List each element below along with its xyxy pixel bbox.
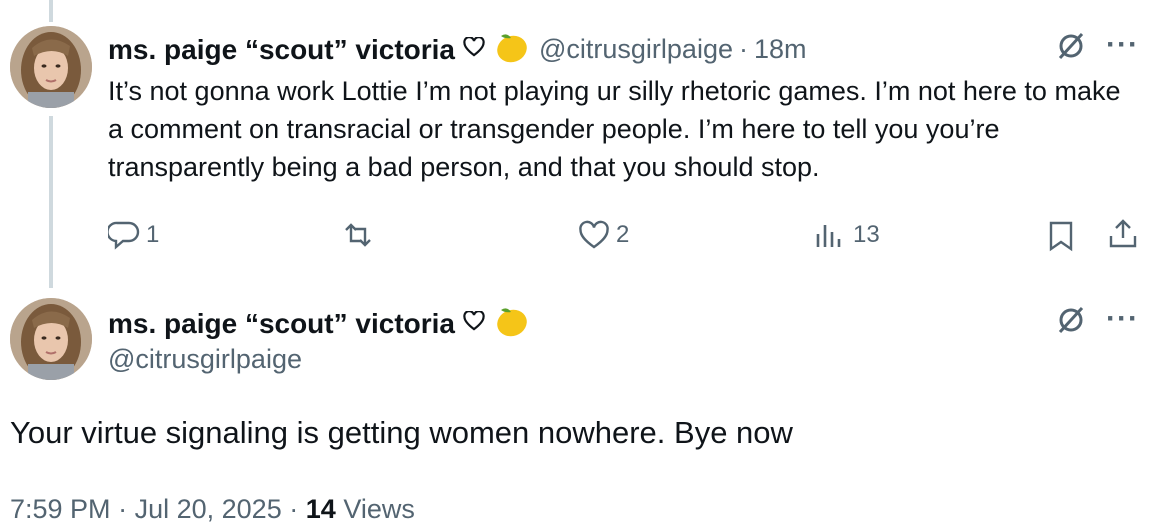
views-icon xyxy=(816,225,841,247)
tweet-time[interactable]: 18m xyxy=(754,34,807,65)
like-count: 2 xyxy=(616,221,630,248)
main-text: Your virtue signaling is getting women n… xyxy=(10,415,793,450)
main-header: ms. paige “scout” victoria xyxy=(108,304,529,343)
grok-icon[interactable] xyxy=(1055,30,1087,67)
lemon-emoji-icon xyxy=(493,30,529,69)
retweet-icon xyxy=(345,223,371,247)
thread-line xyxy=(49,116,53,288)
avatar-photo xyxy=(10,298,92,380)
heart-outline-icon xyxy=(463,310,485,336)
reply-count: 1 xyxy=(146,221,160,248)
avatar-photo xyxy=(10,26,92,108)
views-count: 13 xyxy=(853,221,880,248)
reply-header: ms. paige “scout” victoria @citrusgirlpa… xyxy=(108,30,807,69)
reply-button[interactable]: 1 xyxy=(108,220,159,250)
separator-dot: · xyxy=(118,494,128,524)
share-icon xyxy=(1109,219,1137,248)
retweet-button[interactable] xyxy=(340,220,376,250)
more-icon[interactable]: ··· xyxy=(1106,302,1139,336)
tweet-time[interactable]: 7:59 PM xyxy=(10,494,111,524)
views-button[interactable]: 13 xyxy=(815,220,880,250)
more-icon[interactable]: ··· xyxy=(1106,28,1139,62)
author-name[interactable]: ms. paige “scout” victoria xyxy=(108,308,455,340)
author-handle[interactable]: @citrusgirlpaige xyxy=(108,344,302,375)
bookmark-button[interactable] xyxy=(1047,220,1075,252)
reply-icon xyxy=(108,221,140,250)
tweet-meta: 7:59 PM · Jul 20, 2025 · 14 Views xyxy=(10,494,415,525)
share-button[interactable] xyxy=(1108,218,1138,250)
avatar[interactable] xyxy=(10,298,92,380)
tweet-date[interactable]: Jul 20, 2025 xyxy=(135,494,282,524)
separator-dot: · xyxy=(738,34,748,64)
reply-text: It’s not gonna work Lottie I’m not playi… xyxy=(108,76,1121,182)
heart-outline-icon xyxy=(463,36,485,62)
author-handle[interactable]: @citrusgirlpaige xyxy=(539,34,733,65)
like-icon xyxy=(579,220,609,249)
avatar[interactable] xyxy=(10,26,92,108)
views-label: Views xyxy=(343,494,415,524)
author-name[interactable]: ms. paige “scout” victoria xyxy=(108,34,455,66)
separator-dot: · xyxy=(289,494,299,524)
views-count: 14 xyxy=(305,494,336,524)
grok-icon[interactable] xyxy=(1055,304,1087,341)
like-button[interactable]: 2 xyxy=(578,220,629,250)
lemon-emoji-icon xyxy=(493,304,529,343)
bookmark-icon xyxy=(1049,221,1073,252)
thread-line-top xyxy=(49,0,53,22)
